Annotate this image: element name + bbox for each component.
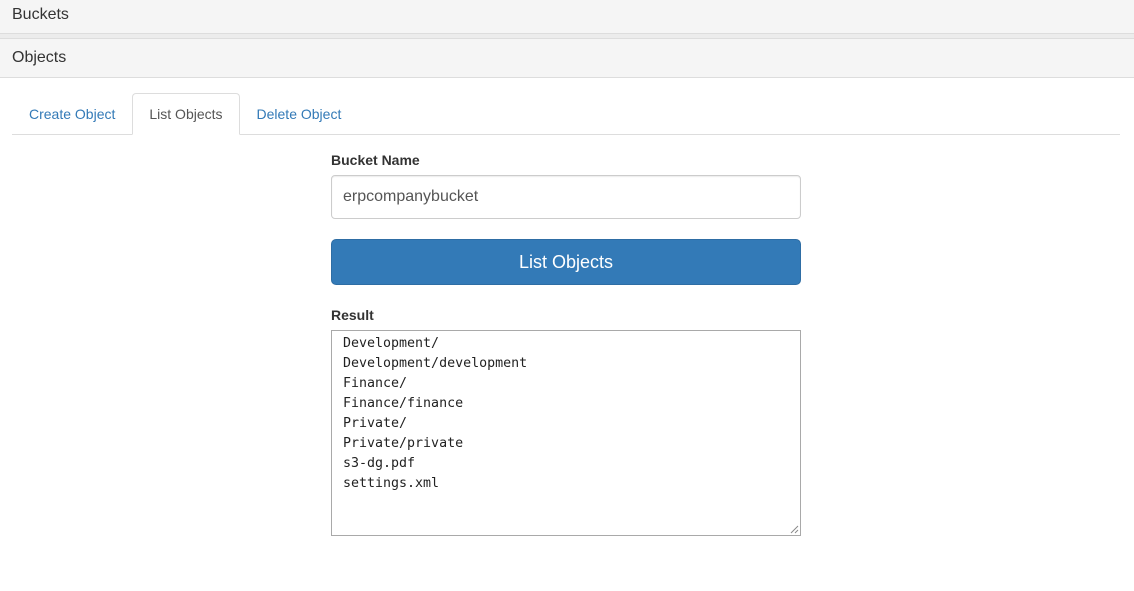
tab-list-objects[interactable]: List Objects — [132, 93, 240, 135]
result-line: Finance/ — [343, 376, 408, 391]
result-line: Finance/finance — [343, 396, 464, 411]
result-line: Development/ — [343, 336, 440, 351]
result-line: Private/private — [343, 436, 464, 451]
result-line: Private/ — [343, 416, 408, 431]
result-textarea[interactable]: Development/ Development/development Fin… — [331, 330, 801, 536]
result-line: s3-dg.pdf — [343, 456, 416, 471]
tab-list-objects-label: List Objects — [149, 106, 223, 122]
objects-panel-heading[interactable]: Objects — [0, 39, 1134, 78]
objects-panel-title: Objects — [12, 49, 67, 66]
tab-delete-object[interactable]: Delete Object — [240, 93, 359, 135]
bucket-name-label: Bucket Name — [331, 152, 420, 168]
resize-grip-icon[interactable] — [789, 524, 799, 534]
list-objects-form: Bucket Name List Objects Result Developm… — [331, 150, 801, 536]
tab-create-object[interactable]: Create Object — [12, 93, 132, 135]
result-line: settings.xml — [343, 476, 440, 491]
result-line: Development/development — [343, 356, 528, 371]
result-label: Result — [331, 307, 374, 323]
buckets-panel-title: Buckets — [12, 6, 69, 23]
object-tabs: Create Object List Objects Delete Object — [12, 93, 1120, 135]
tab-create-object-label: Create Object — [29, 106, 116, 122]
buckets-panel-heading[interactable]: Buckets — [0, 0, 1134, 34]
list-objects-button[interactable]: List Objects — [331, 239, 801, 285]
tab-delete-object-label: Delete Object — [256, 106, 342, 122]
bucket-name-input[interactable] — [331, 175, 801, 219]
